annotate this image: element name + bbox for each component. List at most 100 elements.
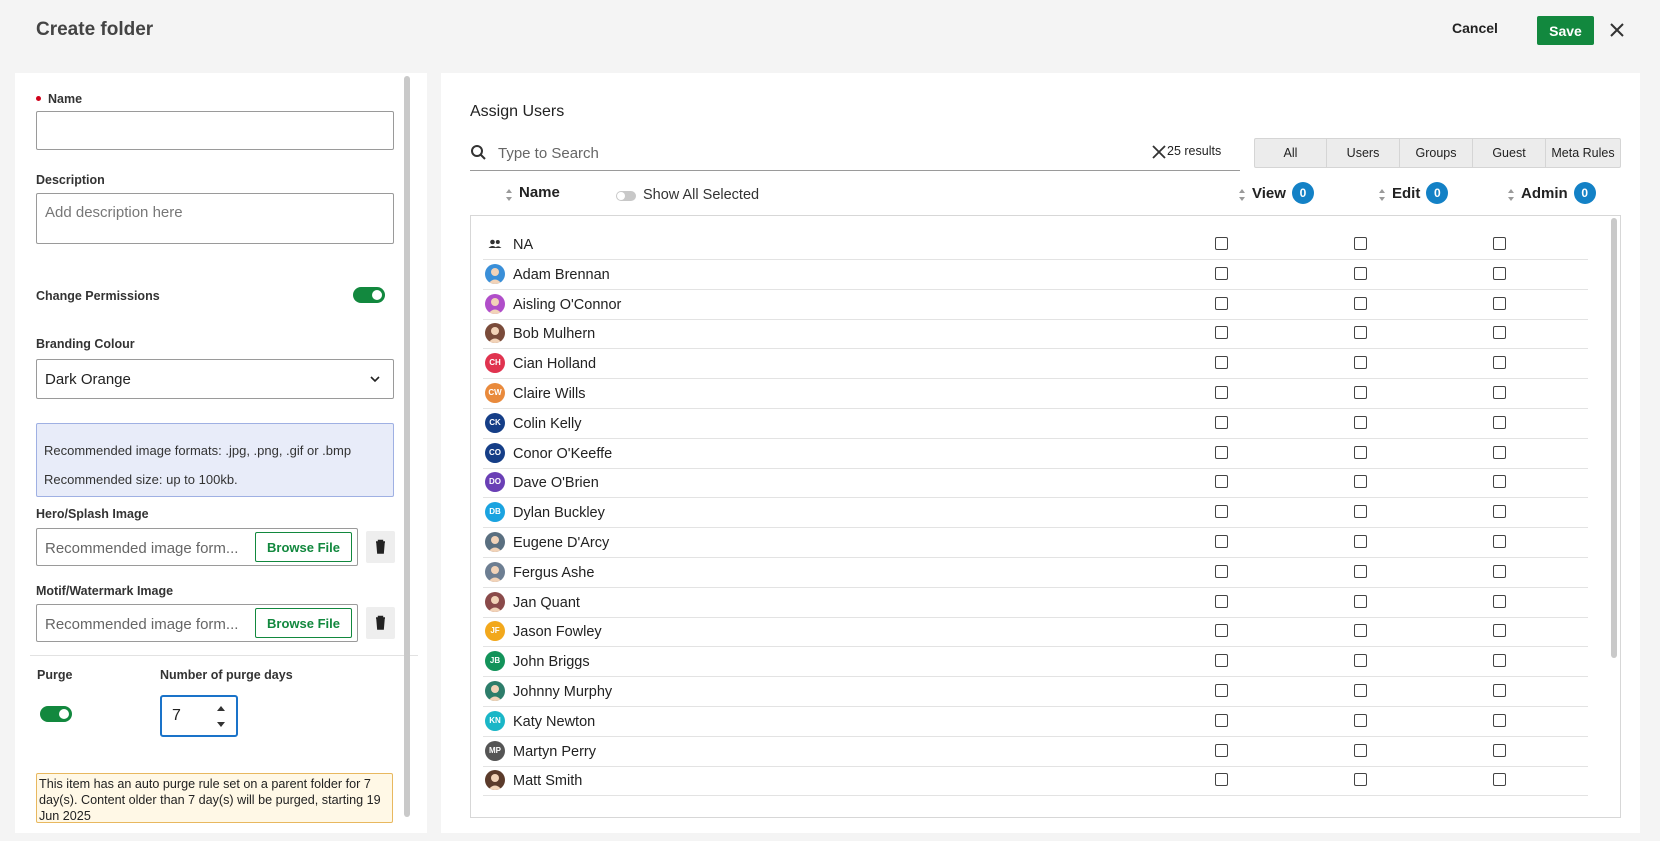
column-name[interactable]: Name	[519, 184, 560, 201]
edit-checkbox[interactable]	[1354, 624, 1367, 638]
view-checkbox[interactable]	[1215, 445, 1228, 459]
column-edit[interactable]: Edit 0	[1392, 182, 1449, 204]
admin-checkbox[interactable]	[1493, 594, 1506, 608]
edit-checkbox[interactable]	[1354, 445, 1367, 459]
motif-image-field[interactable]: Recommended image form... Browse File	[36, 604, 358, 642]
search-input[interactable]	[498, 141, 1098, 165]
view-checkbox[interactable]	[1215, 475, 1228, 489]
view-checkbox[interactable]	[1215, 237, 1228, 250]
view-checkbox[interactable]	[1215, 535, 1228, 548]
edit-checkbox[interactable]	[1354, 654, 1367, 668]
cancel-button[interactable]: Cancel	[1452, 20, 1498, 36]
view-checkbox[interactable]	[1215, 326, 1228, 340]
admin-checkbox[interactable]	[1493, 684, 1506, 697]
admin-checkbox[interactable]	[1493, 386, 1506, 399]
filter-tab-users[interactable]: Users	[1327, 139, 1400, 167]
sort-name-icon[interactable]	[505, 188, 513, 202]
admin-checkbox[interactable]	[1493, 445, 1506, 459]
view-checkbox[interactable]	[1215, 505, 1228, 519]
edit-checkbox[interactable]	[1354, 415, 1367, 429]
column-admin[interactable]: Admin 0	[1521, 182, 1596, 204]
view-checkbox[interactable]	[1215, 356, 1228, 370]
admin-checkbox[interactable]	[1493, 624, 1506, 638]
clear-search-icon[interactable]	[1152, 145, 1166, 159]
purge-toggle[interactable]	[40, 706, 72, 722]
view-checkbox[interactable]	[1215, 684, 1228, 697]
hero-image-field[interactable]: Recommended image form... Browse File	[36, 528, 358, 566]
edit-checkbox[interactable]	[1354, 356, 1367, 370]
purge-days-input[interactable]: 7	[160, 695, 238, 737]
filter-tab-all[interactable]: All	[1255, 139, 1327, 167]
admin-checkbox[interactable]	[1493, 356, 1506, 370]
edit-checkbox[interactable]	[1354, 684, 1367, 697]
motif-image-placeholder: Recommended image form...	[45, 616, 239, 633]
left-panel-scrollbar[interactable]	[404, 76, 410, 817]
view-checkbox[interactable]	[1215, 266, 1228, 280]
view-checkbox[interactable]	[1215, 594, 1228, 608]
view-checkbox[interactable]	[1215, 415, 1228, 429]
edit-checkbox[interactable]	[1354, 594, 1367, 608]
admin-checkbox[interactable]	[1493, 237, 1506, 250]
view-checkbox[interactable]	[1215, 296, 1228, 310]
user-name: Matt Smith	[513, 773, 583, 790]
sort-admin-icon[interactable]	[1507, 188, 1515, 202]
admin-checkbox[interactable]	[1493, 505, 1506, 519]
edit-checkbox[interactable]	[1354, 266, 1367, 280]
view-checkbox[interactable]	[1215, 773, 1228, 787]
description-input[interactable]	[36, 193, 394, 244]
admin-checkbox[interactable]	[1493, 326, 1506, 340]
admin-checkbox[interactable]	[1493, 475, 1506, 489]
change-permissions-toggle[interactable]	[353, 287, 385, 303]
show-all-selected-toggle[interactable]	[616, 191, 636, 201]
user-name: Jan Quant	[513, 594, 580, 611]
edit-checkbox[interactable]	[1354, 773, 1367, 787]
close-icon[interactable]	[1607, 20, 1627, 40]
edit-checkbox[interactable]	[1354, 564, 1367, 578]
motif-browse-button[interactable]: Browse File	[255, 608, 352, 638]
admin-checkbox[interactable]	[1493, 564, 1506, 578]
edit-checkbox[interactable]	[1354, 326, 1367, 340]
name-input[interactable]	[36, 111, 394, 150]
edit-checkbox[interactable]	[1354, 505, 1367, 519]
table-row: NA	[483, 230, 1588, 260]
filter-tab-guest[interactable]: Guest	[1473, 139, 1546, 167]
increment-icon[interactable]	[215, 703, 227, 715]
view-checkbox[interactable]	[1215, 564, 1228, 578]
user-list-scrollbar[interactable]	[1611, 218, 1617, 658]
filter-tab-groups[interactable]: Groups	[1400, 139, 1473, 167]
motif-delete-button[interactable]	[366, 607, 395, 639]
admin-checkbox[interactable]	[1493, 773, 1506, 787]
decrement-icon[interactable]	[215, 718, 227, 730]
edit-checkbox[interactable]	[1354, 296, 1367, 310]
trash-icon	[376, 615, 385, 630]
save-button[interactable]: Save	[1537, 16, 1594, 45]
hero-browse-button[interactable]: Browse File	[255, 532, 352, 562]
edit-checkbox[interactable]	[1354, 237, 1367, 250]
branding-colour-select[interactable]: Dark Orange	[36, 359, 394, 399]
column-view[interactable]: View 0	[1252, 182, 1314, 204]
filter-tab-meta-rules[interactable]: Meta Rules	[1546, 139, 1620, 167]
admin-checkbox[interactable]	[1493, 296, 1506, 310]
edit-checkbox[interactable]	[1354, 713, 1367, 727]
view-checkbox[interactable]	[1215, 743, 1228, 757]
avatar	[485, 591, 505, 612]
edit-checkbox[interactable]	[1354, 743, 1367, 757]
view-checkbox[interactable]	[1215, 386, 1228, 399]
edit-checkbox[interactable]	[1354, 535, 1367, 548]
sort-view-icon[interactable]	[1238, 188, 1246, 202]
admin-checkbox[interactable]	[1493, 654, 1506, 668]
table-row: Johnny Murphy	[483, 677, 1588, 707]
edit-checkbox[interactable]	[1354, 386, 1367, 399]
sort-edit-icon[interactable]	[1378, 188, 1386, 202]
admin-checkbox[interactable]	[1493, 266, 1506, 280]
user-name: Conor O'Keeffe	[513, 445, 613, 462]
hero-delete-button[interactable]	[366, 531, 395, 563]
view-checkbox[interactable]	[1215, 654, 1228, 668]
admin-checkbox[interactable]	[1493, 535, 1506, 548]
view-checkbox[interactable]	[1215, 624, 1228, 638]
view-checkbox[interactable]	[1215, 713, 1228, 727]
admin-checkbox[interactable]	[1493, 743, 1506, 757]
edit-checkbox[interactable]	[1354, 475, 1367, 489]
admin-checkbox[interactable]	[1493, 415, 1506, 429]
admin-checkbox[interactable]	[1493, 713, 1506, 727]
